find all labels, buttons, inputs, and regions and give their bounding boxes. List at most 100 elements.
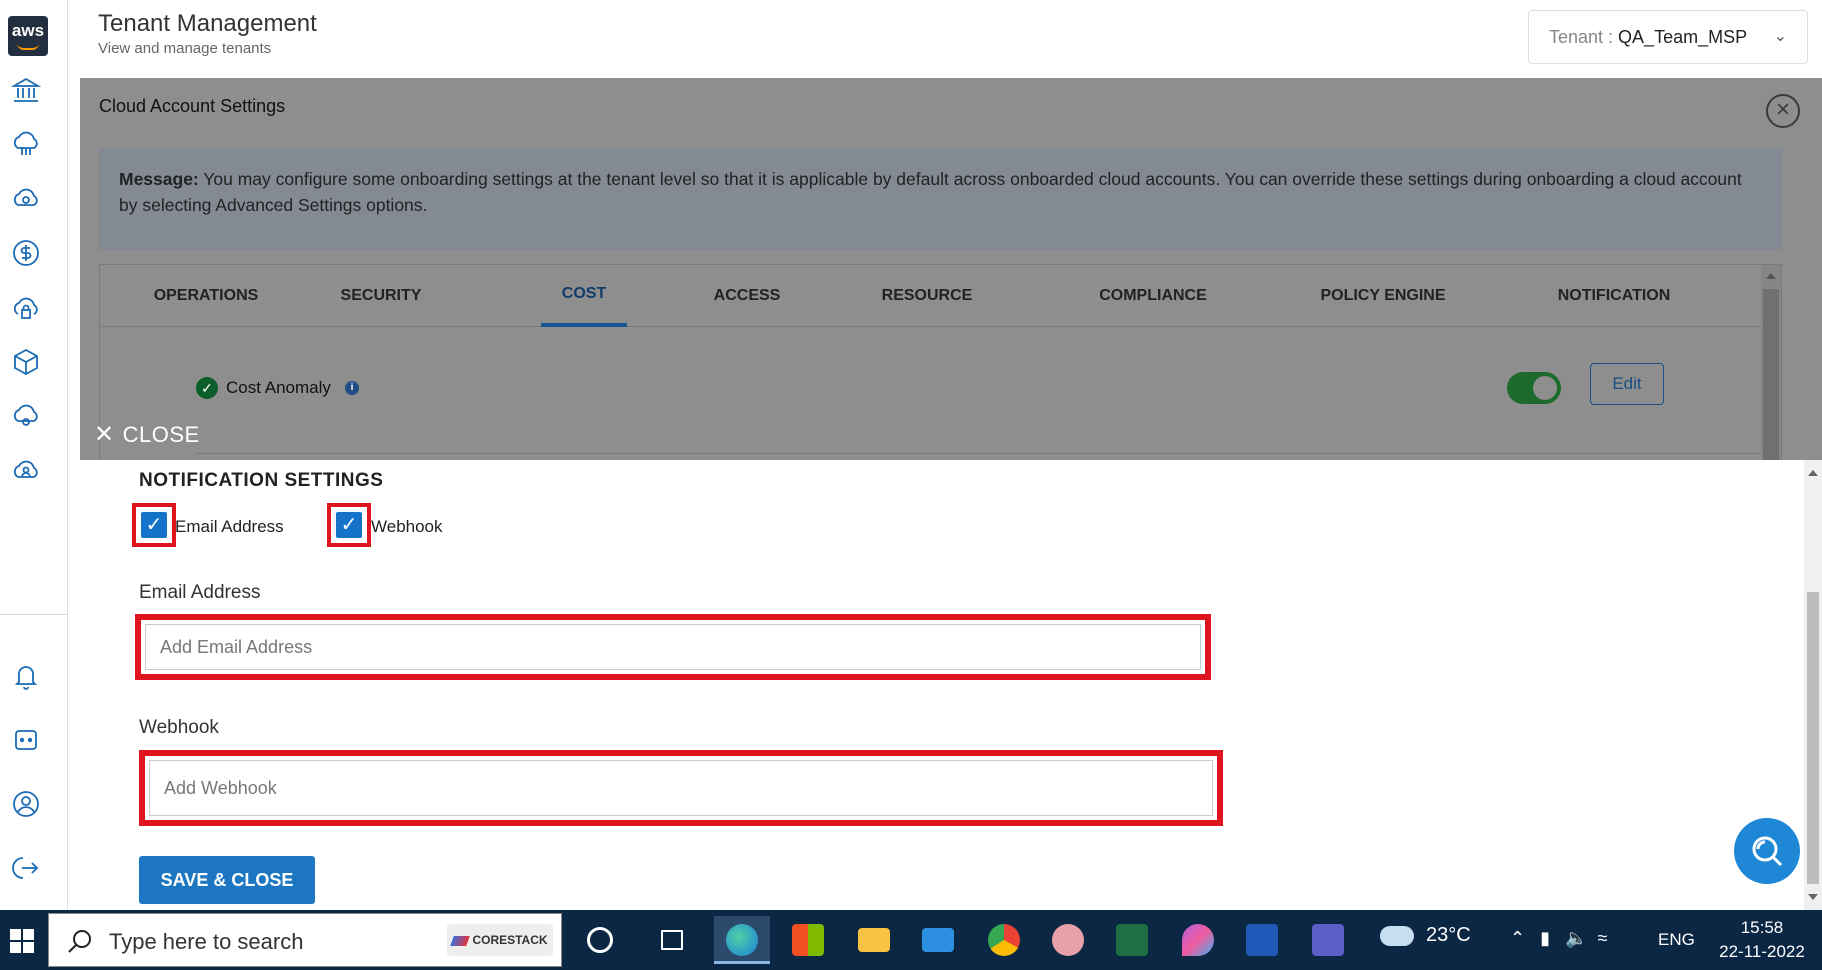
email-field[interactable] bbox=[145, 624, 1201, 670]
tab-compliance[interactable]: COMPLIANCE bbox=[1080, 265, 1226, 327]
edit-button[interactable]: Edit bbox=[1590, 363, 1664, 405]
tab-access[interactable]: ACCESS bbox=[705, 265, 789, 327]
info-message: Message: You may configure some onboardi… bbox=[99, 148, 1782, 250]
wifi-icon[interactable]: ≈ bbox=[1597, 928, 1607, 948]
webhook-checkbox-label[interactable]: Webhook bbox=[371, 517, 443, 537]
system-tray[interactable]: ⌃ ▮ 🔈 ≈ bbox=[1510, 928, 1607, 949]
email-checkbox[interactable]: ✓ bbox=[141, 512, 167, 538]
scroll-up-icon[interactable] bbox=[1808, 470, 1818, 476]
notification-settings-title: NOTIFICATION SETTINGS bbox=[139, 470, 384, 491]
tab-notification[interactable]: NOTIFICATION bbox=[1536, 265, 1692, 327]
file-explorer-icon[interactable] bbox=[846, 916, 902, 964]
bank-icon[interactable] bbox=[10, 74, 42, 106]
store-icon[interactable] bbox=[780, 916, 836, 964]
scroll-thumb[interactable] bbox=[1763, 289, 1779, 461]
scroll-down-icon[interactable] bbox=[1808, 894, 1818, 900]
chrome-icon[interactable] bbox=[976, 916, 1032, 964]
tenant-select[interactable]: Tenant : QA_Team_MSP ⌄ bbox=[1528, 10, 1808, 64]
weather-temp: 23°C bbox=[1426, 924, 1471, 946]
cloud-user-icon[interactable] bbox=[10, 455, 42, 487]
page-header: Tenant Management View and manage tenant… bbox=[68, 0, 1822, 78]
notification-settings-drawer: NOTIFICATION SETTINGS ✓ Email Address ✓ … bbox=[86, 460, 1822, 910]
aws-logo[interactable]: aws bbox=[8, 16, 48, 56]
task-view-icon[interactable] bbox=[644, 916, 700, 964]
windows-taskbar: Type here to search CORESTACK 23°C ⌃ ▮ 🔈… bbox=[0, 910, 1822, 970]
email-field-highlight bbox=[135, 614, 1211, 680]
settings-tabs-area: OPERATIONS SECURITY COST ACCESS RESOURCE… bbox=[99, 264, 1782, 461]
language-indicator[interactable]: ENG bbox=[1658, 930, 1695, 950]
close-drawer-label: CLOSE bbox=[122, 422, 200, 447]
search-icon bbox=[68, 930, 91, 953]
close-drawer-button[interactable]: ✕ CLOSE bbox=[94, 420, 200, 449]
tenant-value: QA_Team_MSP bbox=[1618, 27, 1748, 47]
dollar-icon[interactable] bbox=[10, 237, 42, 269]
tab-security[interactable]: SECURITY bbox=[326, 265, 436, 327]
cube-icon[interactable] bbox=[10, 346, 42, 378]
teams-icon[interactable] bbox=[1300, 916, 1356, 964]
logout-icon[interactable] bbox=[10, 852, 42, 884]
volume-icon[interactable]: 🔈 bbox=[1565, 928, 1587, 948]
taskbar-search[interactable]: Type here to search CORESTACK bbox=[48, 913, 562, 967]
chatbot-icon[interactable] bbox=[10, 724, 42, 756]
edge-icon[interactable] bbox=[714, 916, 770, 964]
clock-time: 15:58 bbox=[1740, 918, 1784, 937]
cloud-network-icon[interactable] bbox=[10, 128, 42, 160]
tab-operations[interactable]: OPERATIONS bbox=[140, 265, 272, 327]
info-icon[interactable]: i bbox=[345, 381, 359, 395]
aws-logo-text: aws bbox=[11, 21, 45, 40]
sidebar-divider bbox=[0, 614, 68, 615]
chevron-down-icon: ⌄ bbox=[1773, 28, 1787, 45]
cost-anomaly-row: ✓ Cost Anomaly i Edit bbox=[100, 327, 1763, 461]
cost-anomaly-toggle[interactable] bbox=[1507, 372, 1561, 404]
app-root: aws Tenant Management View and manage te… bbox=[0, 0, 1822, 970]
search-fab-button[interactable] bbox=[1734, 818, 1800, 884]
word-icon[interactable] bbox=[1234, 916, 1290, 964]
message-label: Message: bbox=[119, 169, 199, 189]
row-divider bbox=[196, 453, 1763, 454]
left-sidebar: aws bbox=[0, 0, 68, 910]
email-checkbox-label[interactable]: Email Address bbox=[175, 517, 284, 537]
scroll-thumb[interactable] bbox=[1807, 592, 1819, 884]
save-close-button[interactable]: SAVE & CLOSE bbox=[139, 856, 315, 904]
weather-widget[interactable]: 23°C bbox=[1380, 924, 1471, 947]
webhook-checkbox-highlight: ✓ bbox=[327, 503, 371, 547]
cloud-gear-icon[interactable] bbox=[10, 400, 42, 432]
user-circle-icon[interactable] bbox=[10, 788, 42, 820]
cloud-sync-icon[interactable] bbox=[10, 183, 42, 215]
email-checkbox-highlight: ✓ bbox=[132, 503, 176, 547]
cortana-icon[interactable] bbox=[572, 916, 628, 964]
tab-policy-engine[interactable]: POLICY ENGINE bbox=[1300, 265, 1466, 327]
bell-icon[interactable] bbox=[10, 660, 42, 692]
cloud-lock-icon[interactable] bbox=[10, 292, 42, 324]
mail-icon[interactable] bbox=[910, 916, 966, 964]
tenant-label: Tenant : bbox=[1549, 27, 1619, 47]
close-icon: ✕ bbox=[94, 421, 115, 448]
taskbar-clock[interactable]: 15:58 22-11-2022 bbox=[1712, 916, 1812, 964]
windows-start-icon[interactable] bbox=[0, 910, 46, 970]
tab-resource[interactable]: RESOURCE bbox=[871, 265, 983, 327]
webhook-field[interactable] bbox=[149, 760, 1213, 816]
drawer-scrollbar[interactable] bbox=[1804, 460, 1822, 910]
excel-icon[interactable] bbox=[1104, 916, 1160, 964]
scroll-up-icon[interactable] bbox=[1766, 273, 1776, 279]
corestack-label: CORESTACK bbox=[472, 933, 548, 947]
search-icon bbox=[1752, 836, 1783, 867]
toggle-knob bbox=[1533, 376, 1557, 400]
cost-anomaly-label: Cost Anomaly bbox=[226, 378, 331, 397]
tab-cost[interactable]: COST bbox=[541, 265, 627, 327]
paint-icon[interactable] bbox=[1170, 916, 1226, 964]
taskbar-search-placeholder: Type here to search bbox=[109, 929, 304, 954]
chevron-up-icon[interactable]: ⌃ bbox=[1510, 928, 1525, 948]
settings-panel-title: Cloud Account Settings bbox=[99, 96, 286, 116]
message-text: You may configure some onboarding settin… bbox=[119, 169, 1742, 215]
close-circle-icon[interactable]: × bbox=[1766, 94, 1800, 128]
page-title: Tenant Management bbox=[98, 10, 317, 37]
webhook-checkbox[interactable]: ✓ bbox=[336, 512, 362, 538]
panel-scrollbar[interactable] bbox=[1761, 265, 1781, 461]
snipping-tool-icon[interactable] bbox=[1040, 916, 1096, 964]
check-badge-icon: ✓ bbox=[196, 377, 218, 399]
webhook-field-label: Webhook bbox=[139, 717, 219, 738]
email-field-label: Email Address bbox=[139, 582, 261, 603]
corestack-badge[interactable]: CORESTACK bbox=[447, 924, 553, 956]
battery-icon[interactable]: ▮ bbox=[1540, 928, 1550, 948]
